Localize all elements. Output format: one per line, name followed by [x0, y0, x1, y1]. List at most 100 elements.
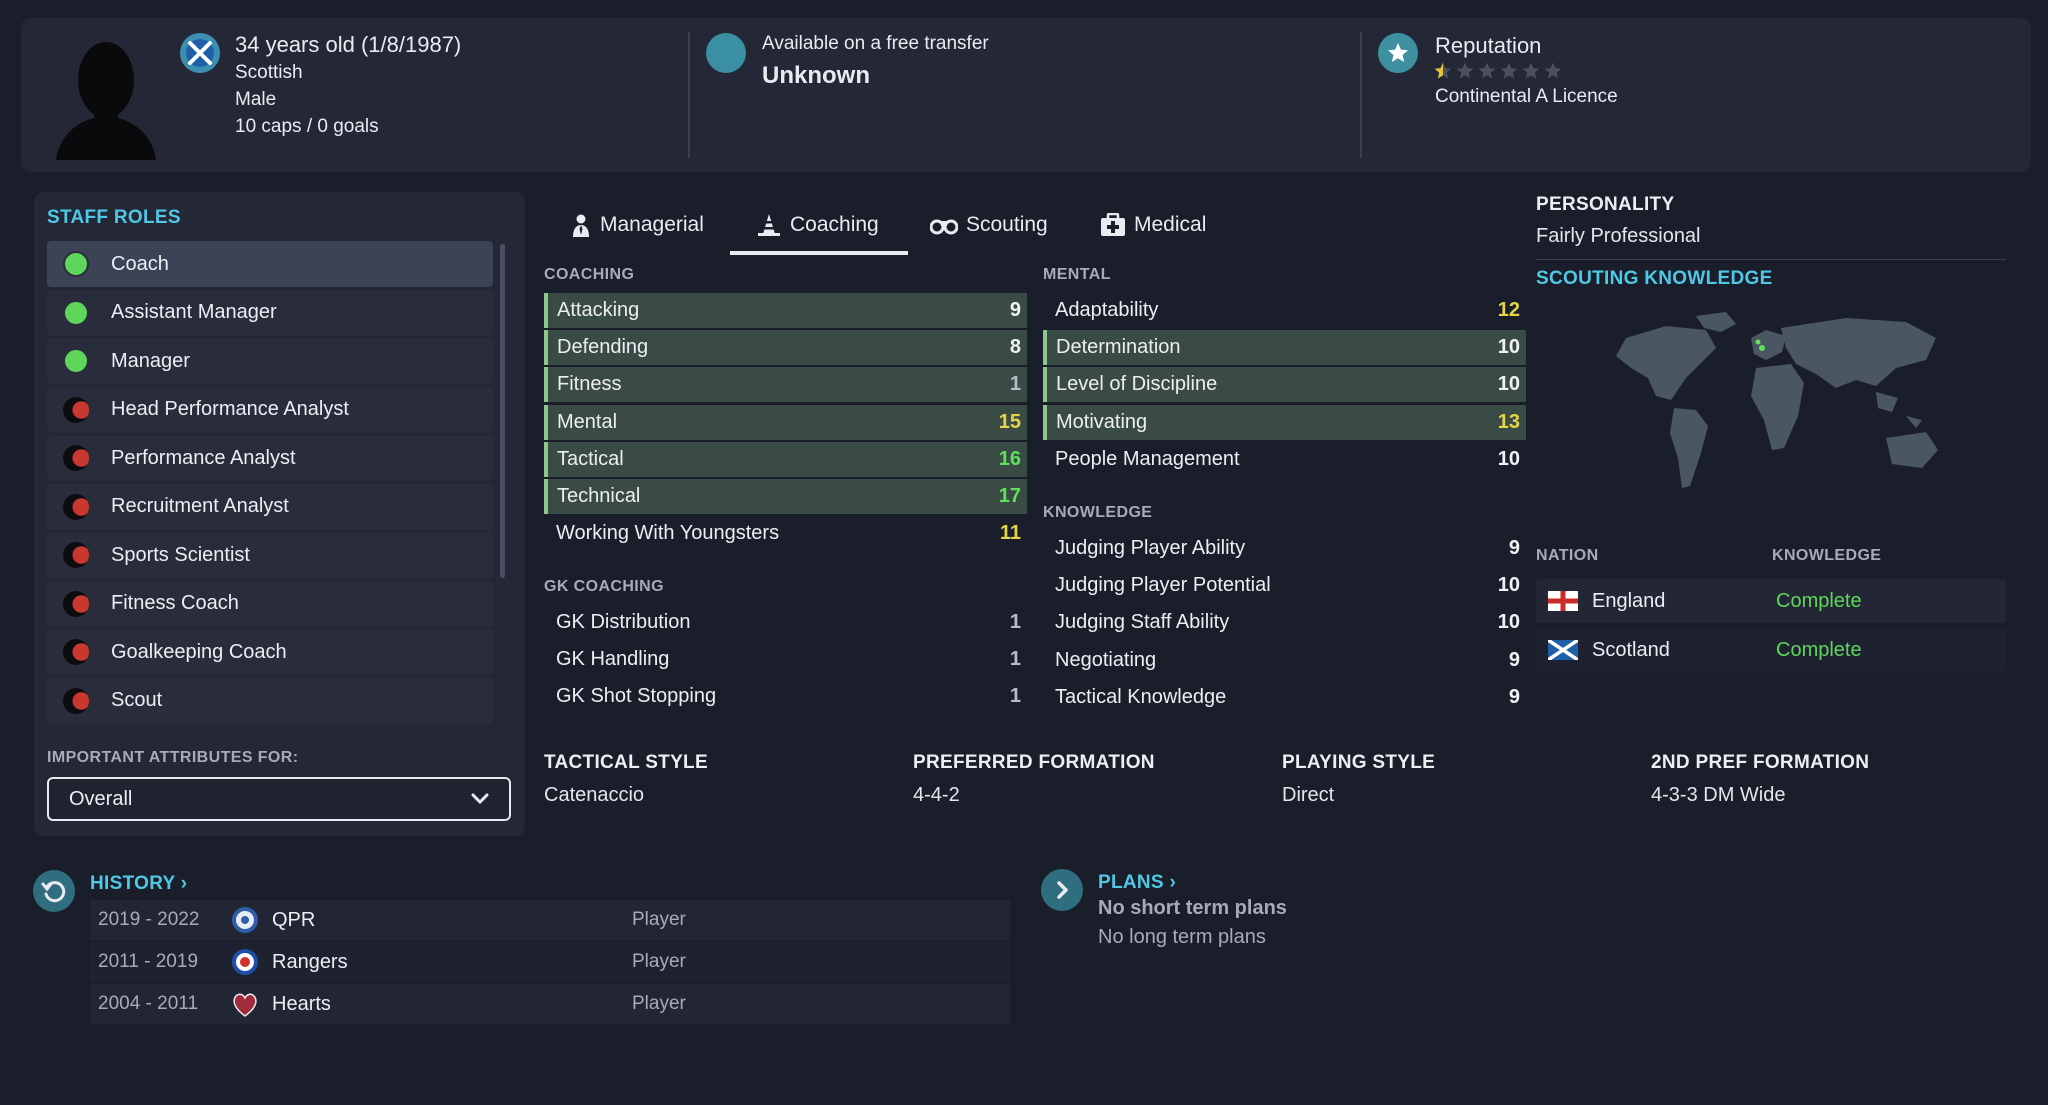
attribute-label: Tactical [557, 447, 624, 470]
mental-section-title: MENTAL [1043, 266, 1111, 283]
tab-medical[interactable]: Medical [1100, 204, 1206, 246]
attribute-row[interactable]: Mental 15 [544, 404, 1027, 440]
knowledge-column-header: KNOWLEDGE [1772, 547, 1882, 564]
attribute-label: Defending [557, 336, 649, 359]
history-club[interactable]: QPR [272, 909, 632, 932]
plans-icon[interactable] [1041, 869, 1083, 911]
attribute-row[interactable]: Tactical Knowledge 9 [1043, 680, 1526, 715]
reputation-label: Reputation [1435, 33, 1542, 58]
attribute-row[interactable]: Fitness 1 [544, 367, 1027, 403]
suitable-status-icon [63, 299, 89, 326]
tab-coaching[interactable]: Coaching [756, 204, 879, 246]
attribute-row[interactable]: Technical 17 [544, 479, 1027, 514]
scouting-knowledge-title[interactable]: SCOUTING KNOWLEDGE [1536, 268, 1773, 290]
scotland-nation-icon[interactable] [180, 33, 220, 73]
attribute-label: Determination [1056, 336, 1181, 359]
history-row[interactable]: 2019 - 2022 QPR Player [90, 900, 1010, 940]
world-map[interactable] [1586, 308, 1976, 508]
attribute-row[interactable]: Motivating 13 [1043, 404, 1526, 440]
history-club[interactable]: Rangers [272, 951, 632, 974]
attribute-row[interactable]: GK Distribution 1 [544, 605, 1027, 640]
nation-row-england[interactable]: England Complete [1536, 579, 2006, 623]
attribute-row[interactable]: Negotiating 9 [1043, 643, 1526, 678]
england-flag-icon [1548, 591, 1578, 611]
plans-link[interactable]: PLANS › [1098, 872, 1176, 894]
staff-role-item[interactable]: Performance Analyst [47, 435, 493, 481]
staff-role-item[interactable]: Recruitment Analyst [47, 483, 493, 530]
coach-icon [756, 213, 782, 237]
staff-role-item[interactable]: Scout [47, 677, 493, 724]
chevron-down-icon [471, 793, 489, 805]
gender-text: Male [235, 89, 277, 110]
attribute-row[interactable]: Attacking 9 [544, 293, 1027, 328]
attribute-value: 12 [1497, 299, 1520, 321]
attribute-row[interactable]: GK Handling 1 [544, 642, 1027, 677]
history-link[interactable]: HISTORY › [90, 873, 187, 895]
attribute-row[interactable]: Adaptability 12 [1043, 293, 1526, 328]
reputation-star-icon [1378, 33, 1418, 73]
star-icon [1434, 62, 1452, 79]
star-icon [1500, 62, 1518, 79]
staff-role-item[interactable]: Head Performance Analyst [47, 386, 493, 433]
attribute-value: 10 [1497, 447, 1520, 470]
attribute-value: 1 [1009, 685, 1021, 708]
staff-role-label: Sports Scientist [111, 543, 250, 566]
history-years: 2019 - 2022 [98, 909, 200, 930]
staff-role-item[interactable]: Assistant Manager [47, 289, 493, 336]
attribute-row[interactable]: Level of Discipline 10 [1043, 367, 1526, 403]
history-club[interactable]: Hearts [272, 993, 632, 1016]
staff-role-item[interactable]: Coach [47, 241, 493, 287]
staff-role-item[interactable]: Fitness Coach [47, 580, 493, 627]
unsuitable-status-icon [63, 639, 89, 665]
attribute-row[interactable]: Tactical 16 [544, 441, 1027, 477]
divider [1536, 259, 2006, 260]
personality-value: Fairly Professional [1536, 225, 1701, 247]
rangers-crest-icon [232, 949, 258, 975]
attribute-label: Judging Player Potential [1055, 574, 1271, 597]
preferred-formation-heading: PREFERRED FORMATION [913, 752, 1155, 773]
nation-row-scotland[interactable]: Scotland Complete [1536, 628, 2006, 672]
history-role: Player [632, 993, 686, 1014]
attribute-row[interactable]: People Management 10 [1043, 442, 1526, 477]
playing-style-heading: PLAYING STYLE [1282, 752, 1436, 773]
attribute-label: People Management [1055, 447, 1240, 470]
medical-kit-icon [1100, 213, 1126, 237]
attribute-value: 11 [999, 522, 1021, 545]
attribute-row[interactable]: Judging Staff Ability 10 [1043, 605, 1526, 640]
attribute-label: Technical [557, 485, 641, 507]
attribute-value: 1 [1009, 373, 1021, 396]
staff-role-item[interactable]: Goalkeeping Coach [47, 629, 493, 675]
history-row[interactable]: 2011 - 2019 Rangers Player [90, 942, 1010, 982]
hearts-crest-icon [233, 993, 257, 1017]
tab-label: Coaching [790, 213, 879, 236]
tab-managerial[interactable]: Managerial [570, 204, 704, 246]
binoculars-icon [930, 215, 958, 235]
attribute-row[interactable]: Defending 8 [544, 330, 1027, 366]
attribute-row[interactable]: Judging Player Potential 10 [1043, 568, 1526, 603]
attribute-value: 9 [1508, 537, 1520, 559]
tab-scouting[interactable]: Scouting [930, 204, 1048, 246]
attribute-row[interactable]: Determination 10 [1043, 330, 1526, 366]
roles-scrollbar[interactable] [500, 244, 505, 578]
important-attributes-dropdown[interactable]: Overall [47, 777, 511, 821]
attribute-row[interactable]: Working With Youngsters 11 [544, 516, 1027, 551]
history-role: Player [632, 909, 686, 930]
unsuitable-status-icon [63, 445, 89, 471]
attribute-value: 10 [1497, 574, 1520, 597]
staff-role-item[interactable]: Manager [47, 338, 493, 384]
unsuitable-status-icon [63, 493, 89, 520]
attribute-row[interactable]: Judging Player Ability 9 [1043, 531, 1526, 566]
history-icon[interactable] [33, 870, 75, 912]
attribute-label: Motivating [1056, 410, 1148, 433]
attribute-row[interactable]: GK Shot Stopping 1 [544, 679, 1027, 714]
unsuitable-status-icon [63, 396, 89, 423]
divider [688, 32, 690, 158]
attribute-value: 17 [998, 485, 1021, 507]
attribute-label: Judging Player Ability [1055, 537, 1246, 559]
staff-role-item[interactable]: Sports Scientist [47, 532, 493, 578]
coaching-section-title: COACHING [544, 266, 635, 283]
staff-role-label: Performance Analyst [111, 446, 296, 469]
history-years: 2011 - 2019 [98, 951, 199, 972]
manager-icon [570, 213, 592, 237]
history-row[interactable]: 2004 - 2011 Hearts Player [90, 984, 1010, 1024]
